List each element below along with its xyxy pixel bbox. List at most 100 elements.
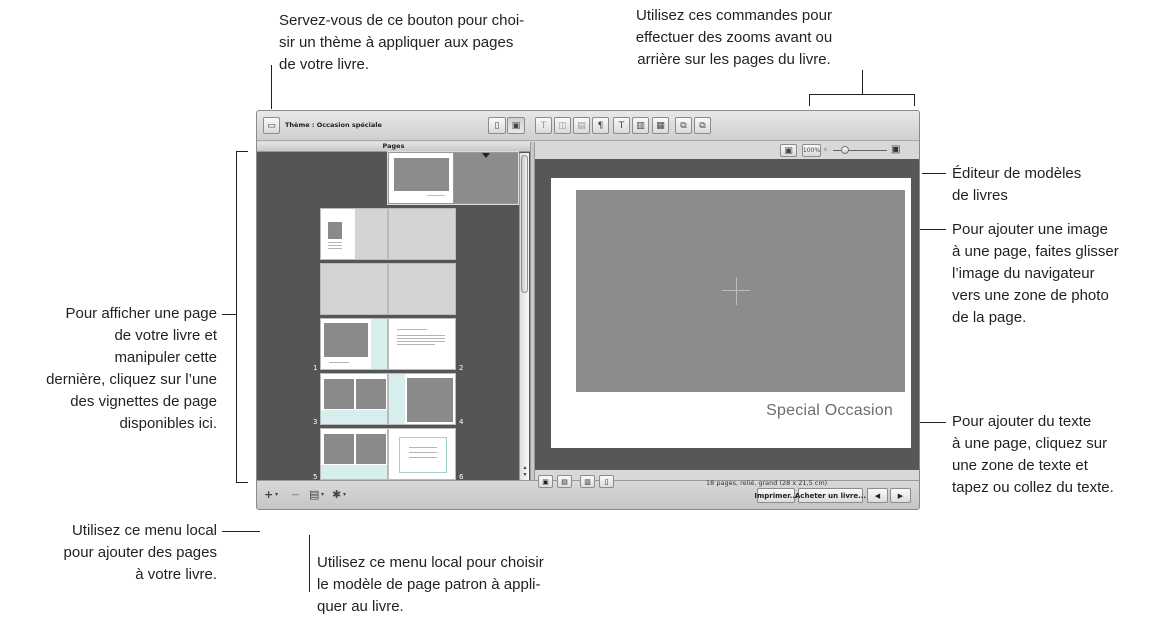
print-button[interactable]: Imprimer... [754, 488, 798, 503]
previous-arrow-icon: ◀ [874, 491, 881, 500]
page-thumbnail-5[interactable] [320, 428, 388, 480]
leader-line-add-menu [222, 531, 260, 532]
zoom-100-button[interactable]: 100% [802, 144, 821, 157]
page-number-1: 1 [313, 364, 318, 372]
leader-line-zoom-stem [862, 70, 863, 94]
page-layout-button-a[interactable]: ▣ [538, 475, 553, 488]
single-view-bottom-button[interactable]: ▯ [599, 475, 614, 488]
theme-label: Thème : Occasion spéciale [285, 121, 382, 129]
page-number-4: 4 [459, 418, 464, 426]
next-page-button[interactable]: ▶ [890, 488, 911, 503]
photo-box-icon: ◫ [558, 120, 567, 131]
fit-page-icon: ▣ [784, 145, 793, 156]
leader-line-pages-vert [236, 151, 237, 483]
page-thumbnail-4[interactable] [388, 373, 456, 425]
gear-chevron-icon: ▾ [343, 491, 347, 498]
zoom-100-label: 100% [802, 147, 821, 154]
text-style-button[interactable]: ¶ [592, 117, 609, 134]
move-back-button[interactable]: ⧉ [675, 117, 692, 134]
pages-panel: Pages 1 2 3 4 5 6 ▲ ▼ [257, 142, 530, 493]
callout-add-text: Pour ajouter du texte à une page, clique… [952, 413, 1114, 496]
zoom-slider[interactable] [833, 146, 887, 154]
master-menu-chevron-icon: ▾ [321, 491, 325, 498]
leader-line-pages-bottom [236, 482, 248, 483]
spread-icon: ▥ [584, 477, 591, 486]
text-box-button[interactable]: T [535, 117, 552, 134]
remove-page-button[interactable]: − [291, 488, 300, 501]
callout-view-page: Pour afficher une page de votre livre et… [46, 305, 217, 432]
scroll-down-arrow-icon[interactable]: ▼ [521, 472, 529, 478]
book-window: ▭ Thème : Occasion spéciale ▯ ▣ T ◫ ▤ ¶ … [256, 110, 920, 510]
fit-page-button[interactable]: ▣ [780, 144, 797, 157]
editor-top-controls: ▣ 100% ▫ ▣ [535, 142, 919, 159]
photo-crosshair-v [736, 277, 737, 305]
page-title-text[interactable]: Special Occasion [766, 402, 893, 420]
text-box-add-icon: ▥ [636, 120, 645, 131]
page-thumbnail-flap-left[interactable] [320, 208, 388, 260]
page-thumbnail-1[interactable] [320, 318, 388, 370]
move-back-icon: ⧉ [680, 120, 687, 131]
text-format-icon: T [618, 120, 625, 131]
page-layout-icon-b: ▤ [561, 477, 568, 486]
page-thumbnail-flap-right[interactable] [388, 208, 456, 260]
page-thumbnail-6[interactable] [388, 428, 456, 480]
theme-icon: ▭ [267, 120, 276, 131]
gear-icon[interactable]: ✱ [332, 488, 341, 501]
text-format-button[interactable]: T [613, 117, 630, 134]
next-arrow-icon: ▶ [897, 491, 904, 500]
cover-spread-thumbnail[interactable] [387, 151, 519, 205]
page-layout-icon-a: ▣ [542, 477, 549, 486]
leader-line-zoom-right [914, 94, 915, 106]
page-thumbnail-blank-left[interactable] [320, 263, 388, 315]
zoom-slider-knob[interactable] [841, 146, 849, 154]
leader-line-theme [271, 65, 272, 109]
image-frame-icon: ▤ [577, 120, 586, 131]
cover-dropdown-icon[interactable] [482, 153, 490, 158]
text-box-icon: T [540, 120, 547, 131]
page-thumbnail-3[interactable] [320, 373, 388, 425]
stack-button[interactable]: ▦ [652, 117, 669, 134]
spread-view-button[interactable]: ▣ [507, 117, 525, 134]
pages-scrollbar[interactable]: ▲ ▼ [519, 153, 529, 480]
master-page-menu-icon[interactable]: ▤ [309, 488, 319, 501]
editor-page[interactable]: Special Occasion [551, 178, 911, 448]
leader-line-zoom-left [809, 94, 810, 106]
callout-master-page-menu: Utilisez ce menu local pour choisir le m… [317, 554, 544, 615]
callout-add-image: Pour ajouter une image à une page, faite… [952, 221, 1119, 326]
add-page-button[interactable]: + [264, 488, 273, 501]
spread-view-bottom-button[interactable]: ▥ [580, 475, 595, 488]
text-style-icon: ¶ [597, 120, 604, 131]
spread-view-icon: ▣ [511, 120, 521, 131]
page-thumbnail-blank-right[interactable] [388, 263, 456, 315]
callout-theme-button: Servez-vous de ce bouton pour choi- sir … [279, 12, 525, 73]
scroll-up-arrow-icon[interactable]: ▲ [521, 465, 529, 471]
leader-line-zoom-top [809, 94, 915, 95]
leader-line-pages-top [236, 151, 248, 152]
callout-template-editor: Éditeur de modèles de livres [952, 165, 1082, 204]
page-layout-button-b[interactable]: ▤ [557, 475, 572, 488]
previous-page-button[interactable]: ◀ [867, 488, 888, 503]
page-number-3: 3 [313, 418, 318, 426]
single-page-view-button[interactable]: ▯ [488, 117, 506, 134]
callout-zoom-controls: Utilisez ces commandes pour effectuer de… [635, 7, 833, 68]
image-frame-button[interactable]: ▤ [573, 117, 590, 134]
page-thumbnail-2[interactable] [388, 318, 456, 370]
callout-add-pages-menu: Utilisez ce menu local pour ajouter des … [63, 522, 217, 583]
photo-box-button[interactable]: ◫ [554, 117, 571, 134]
single-page-icon: ▯ [604, 477, 609, 486]
add-menu-chevron-icon: ▾ [275, 491, 279, 498]
buy-book-button[interactable]: Acheter un livre... [795, 488, 866, 503]
move-forward-icon: ⧉ [699, 120, 706, 131]
single-page-view-icon: ▯ [494, 120, 500, 131]
theme-button[interactable]: ▭ [263, 117, 280, 134]
move-forward-button[interactable]: ⧉ [694, 117, 711, 134]
zoom-small-icon: ▫ [824, 145, 827, 154]
book-status-text: 18 pages, relié, grand (28 x 21,5 cm) [706, 479, 828, 487]
photo-placeholder[interactable] [576, 190, 905, 392]
pages-scrollbar-thumb[interactable] [521, 155, 528, 293]
text-box-add-button[interactable]: ▥ [632, 117, 649, 134]
page-number-2: 2 [459, 364, 464, 372]
leader-line-editor [922, 173, 946, 174]
book-layout-editor[interactable]: Special Occasion [535, 159, 919, 470]
leader-line-pages-mid [222, 314, 236, 315]
